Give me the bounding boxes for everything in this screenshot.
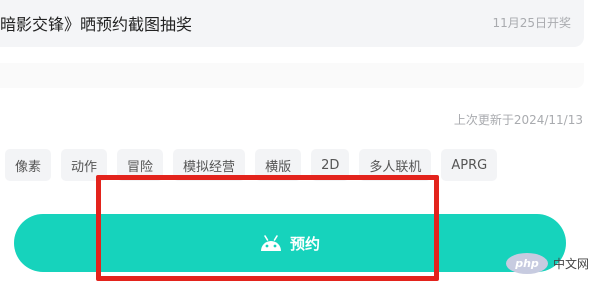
highlight-annotation xyxy=(96,175,439,281)
event-date: 11月25日开奖 xyxy=(492,16,571,30)
event-card[interactable]: 暗影交锋》晒预约截图抽奖 11月25日开奖 xyxy=(0,0,584,47)
tag-item[interactable]: APRG xyxy=(441,149,498,181)
last-updated: 上次更新于2024/11/13 xyxy=(453,113,583,127)
section-divider xyxy=(0,63,584,88)
tag-item[interactable]: 像素 xyxy=(5,149,52,181)
php-logo: php xyxy=(506,253,548,274)
watermark: php 中文网 xyxy=(506,253,589,274)
event-title[interactable]: 暗影交锋》晒预约截图抽奖 xyxy=(0,11,192,35)
watermark-text: 中文网 xyxy=(553,257,590,271)
